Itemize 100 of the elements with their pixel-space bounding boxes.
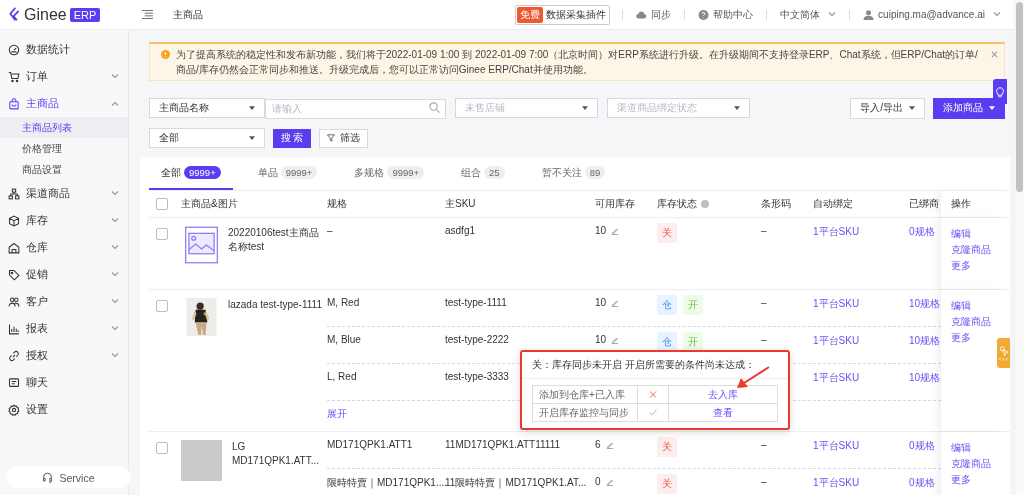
menu-icon[interactable] [142,10,153,19]
action-link[interactable]: 更多 [951,473,971,487]
add-product-button[interactable]: 添加商品 [933,97,1005,119]
breadcrumb: 主商品 [173,7,203,22]
chevron-up-icon [111,101,119,106]
caret-icon [734,106,740,110]
sidebar-item[interactable]: 授权 [0,342,128,369]
link[interactable]: 1平台SKU [813,225,860,239]
column-header: 库存状态 [657,197,761,211]
expand-link[interactable]: 展开 [327,407,347,421]
action-link[interactable]: 克隆商品 [951,243,991,257]
checkbox[interactable] [156,300,168,312]
toolbar-link[interactable]: 同步 [623,7,685,22]
action-link[interactable]: 去入库 [708,387,738,402]
sidebar-item[interactable]: 聊天 [0,369,128,396]
link[interactable]: 0规格 [909,439,935,453]
sidebar-item[interactable]: 促销 [0,261,128,288]
sidebar-item[interactable]: 设置 [0,396,128,423]
link[interactable]: 1平台SKU [813,371,860,385]
tab[interactable]: 组合 25 [449,157,517,190]
column-header: 规格 [327,197,348,211]
link[interactable]: 1平台SKU [813,439,860,453]
assistant-button[interactable] [997,338,1010,368]
edit-icon[interactable] [611,336,620,344]
checkbox[interactable] [156,442,168,454]
table-cell: test-type-3333 [445,371,509,382]
logo-badge: ERP [69,7,101,22]
search-field[interactable]: 请输入 [265,98,446,119]
tag-icon [8,268,20,281]
table-cell: – [761,476,767,487]
checkbox[interactable] [156,228,168,240]
plugin-button[interactable]: 免费 数据采集插件 [515,4,611,25]
toolbar-link[interactable]: 帮助中心 [685,7,767,22]
headset-icon [42,472,54,483]
user-icon [863,9,875,20]
chevron-down-icon [111,353,119,358]
action-link[interactable]: 编辑 [951,441,971,455]
sidebar-item[interactable]: 主商品 [0,90,128,117]
status-tag: 仓 [657,332,677,352]
table-cell: test-type-1111 [445,297,507,308]
status-tag: 关 [657,437,677,457]
sidebar-item[interactable]: 订单 [0,63,128,90]
link[interactable]: 0规格 [909,225,935,239]
action-link[interactable]: 克隆商品 [951,457,991,471]
dropdown[interactable]: 主商品名称 [149,98,265,118]
scrollbar-thumb[interactable] [1016,2,1023,192]
link[interactable]: 10规格 [909,371,941,385]
tab[interactable]: 暂不关注 89 [529,157,618,190]
chevron-down-icon [111,272,119,277]
sidebar-item[interactable]: 客户 [0,288,128,315]
tips-button[interactable] [993,79,1007,104]
edit-icon[interactable] [611,299,620,307]
scrollbar[interactable] [1014,0,1024,495]
link[interactable]: 10规格 [909,334,941,348]
cart-icon [8,70,20,83]
stock-value: 10 [595,334,607,345]
action-link[interactable]: 查看 [713,405,733,420]
table-cell: asdfg1 [445,225,476,236]
import-export-button[interactable]: 导入/导出 [850,97,925,119]
sidebar-subitem[interactable]: 主商品列表 [0,117,128,138]
sidebar-item[interactable]: 数据统计 [0,36,128,63]
link[interactable]: 1平台SKU [813,297,860,311]
sidebar-item[interactable]: 渠道商品 [0,180,128,207]
link[interactable]: 10规格 [909,297,941,311]
action-link[interactable]: 更多 [951,259,971,273]
image-icon [185,226,218,264]
service-button[interactable]: Service [6,467,131,488]
table-cell: M, Blue [327,334,361,345]
close-icon[interactable] [991,51,998,58]
table-cell: L, Red [327,371,357,382]
sidebar-subitem[interactable]: 商品设置 [0,159,128,180]
sidebar-item[interactable]: 库存 [0,207,128,234]
edit-icon[interactable] [611,227,620,235]
bag-icon [8,97,20,110]
user-menu[interactable]: cuiping.ma@advance.ai [850,9,1014,20]
table-cell: – [327,225,333,236]
link[interactable]: 0规格 [909,476,935,490]
table-cell: 开启库存监控与同步 [533,404,638,421]
tab[interactable]: 全部 9999+ [149,157,233,190]
filter-button[interactable]: 筛选 [319,128,368,148]
tab[interactable]: 多规格 9999+ [342,157,437,190]
tab[interactable]: 单品 9999+ [245,157,330,190]
action-link[interactable]: 编辑 [951,227,971,241]
sidebar-subitem[interactable]: 价格管理 [0,138,128,159]
pointer-icon [998,345,1009,361]
info-icon [701,200,709,208]
language-menu[interactable]: 中文简体 [767,7,850,22]
checkbox[interactable] [156,198,168,210]
table-cell: 添加到仓库+已入库 [533,386,638,403]
action-link[interactable]: 克隆商品 [951,315,991,329]
search-button[interactable]: 搜 索 [273,128,311,148]
dropdown[interactable]: 全部 [149,128,265,148]
sidebar-item[interactable]: 仓库 [0,234,128,261]
link[interactable]: 1平台SKU [813,334,860,348]
action-link[interactable]: 更多 [951,331,971,345]
edit-icon[interactable] [605,478,614,486]
sidebar-item[interactable]: 报表 [0,315,128,342]
edit-icon[interactable] [605,441,614,449]
link[interactable]: 1平台SKU [813,476,860,490]
action-link[interactable]: 编辑 [951,299,971,313]
